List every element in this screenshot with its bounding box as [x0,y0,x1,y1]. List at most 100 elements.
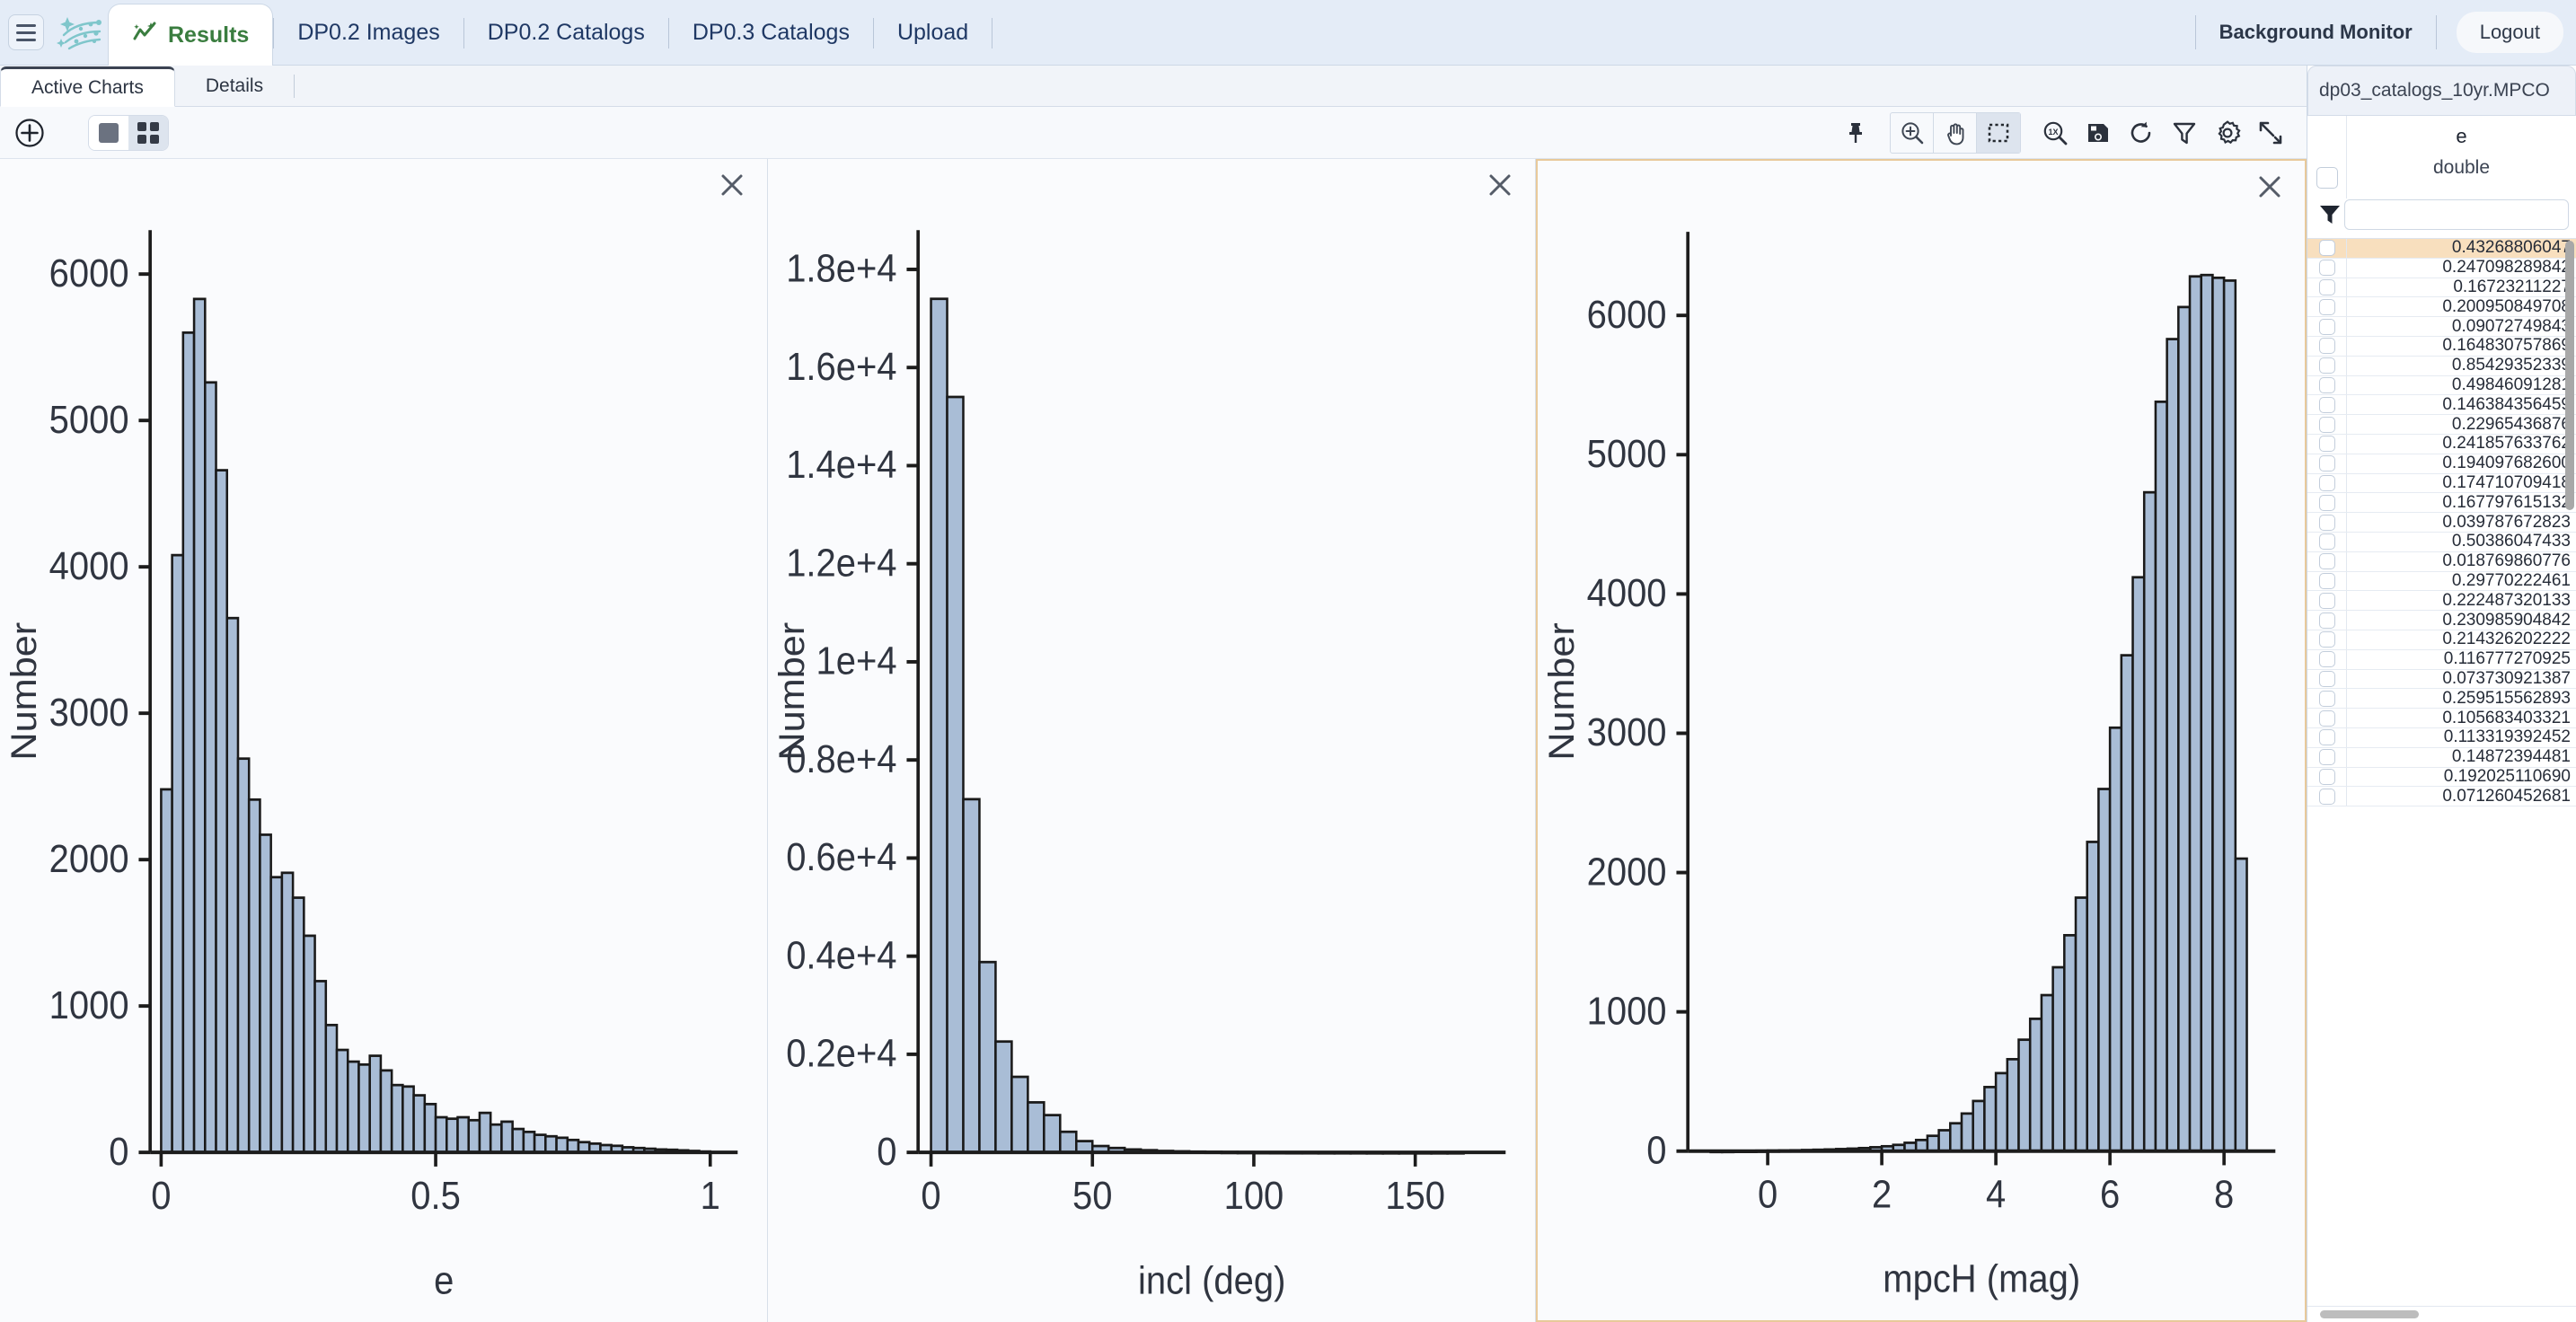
chart-panel-incl[interactable]: 0 0.2e+4 0.4e+4 0.6e+4 0.8e+4 1e+4 1.2e+4 1.4e+… [768,159,1536,1322]
table-rows-container[interactable]: 0.43268806047 0.247098289842 0.16723211227… [2307,239,2576,1306]
table-row[interactable]: 0.16723211227 [2307,278,2576,298]
table-row[interactable]: 0.29770222461 [2307,571,2576,592]
table-row[interactable]: 0.146384356459 [2307,395,2576,416]
table-row[interactable]: 0.116777270925 [2307,649,2576,670]
tab-dp02-catalogs[interactable]: DP0.2 Catalogs [464,0,668,66]
tab-active-charts[interactable]: Active Charts [0,66,175,107]
layout-toggle-group [88,114,169,151]
row-checkbox[interactable] [2318,338,2335,355]
table-row[interactable]: 0.192025110690 [2307,767,2576,788]
table-row[interactable]: 0.164830757869 [2307,336,2576,357]
table-row[interactable]: 0.039787672823 [2307,513,2576,533]
row-checkbox[interactable] [2318,396,2335,413]
plus-circle-icon[interactable] [14,118,45,148]
row-checkbox[interactable] [2318,455,2335,472]
table-row[interactable]: 0.167797615132 [2307,493,2576,514]
table-row[interactable]: 0.222487320133 [2307,591,2576,612]
row-checkbox-cell [2307,649,2347,669]
table-row[interactable]: 0.214326202222 [2307,630,2576,650]
row-checkbox[interactable] [2318,592,2335,609]
filter-icon[interactable] [2163,113,2206,153]
logout-button[interactable]: Logout [2456,12,2563,53]
row-checkbox[interactable] [2318,612,2335,629]
grid-pane-icon[interactable] [128,115,168,150]
row-checkbox[interactable] [2318,533,2335,551]
row-checkbox[interactable] [2318,376,2335,393]
row-checkbox[interactable] [2318,436,2335,453]
tab-dp03-catalogs[interactable]: DP0.3 Catalogs [669,0,873,66]
row-checkbox[interactable] [2318,357,2335,375]
close-x-icon[interactable] [1486,172,1513,198]
row-checkbox[interactable] [2318,494,2335,511]
row-checkbox[interactable] [2318,298,2335,315]
table-row[interactable]: 0.43268806047 [2307,239,2576,259]
row-checkbox[interactable] [2318,572,2335,589]
table-row[interactable]: 0.85429352339 [2307,356,2576,376]
row-checkbox[interactable] [2318,768,2335,785]
chart-tools-group: 1X [1834,111,2292,154]
table-row[interactable]: 0.247098289842 [2307,258,2576,278]
chart-panel-e[interactable]: 0 1000 2000 3000 4000 5000 6000 0 0.5 1 e Number [0,159,768,1322]
table-row[interactable]: 0.259515562893 [2307,689,2576,709]
filter-funnel-icon[interactable] [2315,203,2344,226]
table-row[interactable]: 0.071260452681 [2307,787,2576,807]
column-filter-input[interactable] [2344,199,2569,230]
table-row[interactable]: 0.174710709418 [2307,473,2576,494]
row-checkbox[interactable] [2318,729,2335,746]
row-checkbox-cell [2307,493,2347,513]
row-checkbox[interactable] [2318,240,2335,257]
tab-dp02-images[interactable]: DP0.2 Images [274,0,463,66]
topbar-right-group: Background Monitor Logout [2194,0,2576,65]
table-row[interactable]: 0.241857633762 [2307,434,2576,454]
row-checkbox[interactable] [2318,416,2335,433]
pan-hand-icon[interactable] [1934,112,1977,153]
row-checkbox[interactable] [2318,631,2335,648]
table-row[interactable]: 0.105683403321 [2307,709,2576,728]
close-x-icon[interactable] [2256,173,2283,200]
tab-details[interactable]: Details [175,66,294,106]
single-pane-icon[interactable] [89,115,128,150]
table-row[interactable]: 0.113319392452 [2307,727,2576,748]
select-all-checkbox[interactable] [2316,167,2338,189]
table-row[interactable]: 0.018769860776 [2307,551,2576,572]
table-row[interactable]: 0.09072749843 [2307,317,2576,337]
row-checkbox[interactable] [2318,690,2335,707]
row-checkbox[interactable] [2318,709,2335,727]
row-checkbox[interactable] [2318,260,2335,277]
save-icon[interactable] [2077,113,2120,153]
table-row[interactable]: 0.22965436876 [2307,415,2576,435]
row-checkbox[interactable] [2318,278,2335,295]
settings-gear-icon[interactable] [2206,113,2249,153]
zoom-1x-icon[interactable]: 1X [2033,113,2077,153]
pin-icon[interactable] [1834,113,1877,153]
table-row[interactable]: 0.073730921387 [2307,669,2576,690]
hamburger-icon[interactable] [8,14,44,50]
row-value: 0.16723211227 [2453,278,2571,296]
row-checkbox[interactable] [2318,651,2335,668]
expand-icon[interactable] [2249,113,2292,153]
background-monitor-button[interactable]: Background Monitor [2196,21,2436,44]
zoom-in-icon[interactable] [1891,112,1934,153]
row-checkbox[interactable] [2318,514,2335,531]
tab-upload[interactable]: Upload [874,0,992,66]
table-row[interactable]: 0.14872394481 [2307,747,2576,768]
table-row[interactable]: 0.200950849708 [2307,297,2576,318]
row-checkbox[interactable] [2318,318,2335,335]
tab-results[interactable]: Results [108,4,274,66]
table-row[interactable]: 0.194097682600 [2307,454,2576,474]
table-vertical-scrollbar[interactable] [2565,241,2574,510]
select-box-icon[interactable] [1977,112,2020,153]
table-horizontal-scrollbar[interactable] [2307,1306,2576,1322]
row-checkbox[interactable] [2318,749,2335,766]
row-checkbox[interactable] [2318,788,2335,805]
row-checkbox[interactable] [2318,553,2335,570]
row-checkbox[interactable] [2318,474,2335,491]
reset-icon[interactable] [2120,113,2163,153]
table-row[interactable]: 0.50386047433 [2307,532,2576,552]
chart-panel-mpch[interactable]: 0 1000 2000 3000 4000 5000 6000 0 2 4 6 8 mpcH (mag)… [1536,159,2307,1322]
table-row[interactable]: 0.49846091281 [2307,375,2576,396]
close-x-icon[interactable] [719,172,745,198]
svg-text:5000: 5000 [1587,432,1667,476]
table-row[interactable]: 0.230985904842 [2307,611,2576,630]
row-checkbox[interactable] [2318,670,2335,687]
